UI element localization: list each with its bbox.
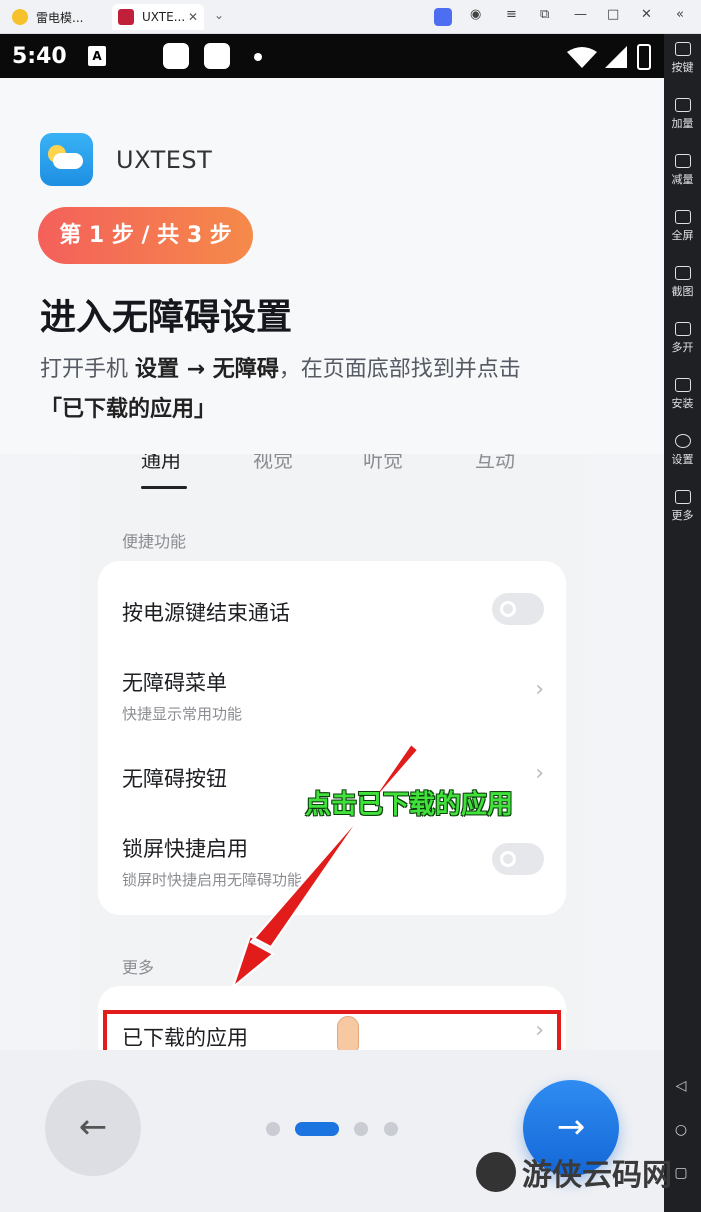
sidebar-item-fullscreen[interactable]: 全屏 [664, 210, 701, 243]
sidebar-item-multi[interactable]: 多开 [664, 322, 701, 355]
minimize-icon[interactable]: — [574, 7, 587, 22]
sidebar-item-label: 按键 [671, 61, 694, 74]
fullscreen-icon [674, 210, 691, 224]
watermark-text: 游侠云码网 [522, 1158, 672, 1193]
app-tab-icon [118, 9, 134, 25]
instruction-suffix: ，在页面底部找到并点击 [278, 357, 521, 382]
volume-down-icon [674, 154, 691, 168]
lightning-icon[interactable] [434, 8, 452, 26]
notification-a-icon: A [88, 46, 106, 66]
keyboard-icon [674, 42, 691, 56]
back-button[interactable]: ← [45, 1080, 141, 1176]
notification-icon [163, 43, 189, 69]
app-root: 雷电模... UXTE... ✕ ⌄ ◉ ≡ ⧉ — □ ✕ « 5:40 A … [0, 0, 701, 1212]
sidebar-item-label: 加量 [671, 117, 694, 130]
notification-icon [204, 43, 230, 69]
browser-tab-uxtest[interactable]: UXTE... ✕ [112, 4, 204, 30]
more-notifications-icon [254, 53, 262, 61]
arrow-annotation [230, 742, 420, 990]
settings-icon [674, 434, 691, 448]
sidebar-item-label: 截图 [671, 285, 694, 298]
browser-tab-bar: 雷电模... UXTE... ✕ ⌄ ◉ ≡ ⧉ — □ ✕ « [0, 0, 701, 34]
sidebar-item-install[interactable]: 安装 [664, 378, 701, 411]
volume-up-icon [674, 98, 691, 112]
watermark-logo-icon [476, 1152, 516, 1192]
pagination-dot-active [295, 1122, 339, 1136]
collapse-icon[interactable]: « [676, 7, 684, 22]
chevron-down-icon[interactable]: ⌄ [214, 8, 224, 22]
sidebar-item-settings[interactable]: 设置 [664, 434, 701, 467]
menu-icon[interactable]: ≡ [506, 7, 517, 22]
scissors-icon [674, 266, 691, 280]
apk-install-icon [674, 378, 691, 392]
tab-label: 雷电模... [36, 10, 84, 25]
callout-text: 点击已下载的应用 [305, 790, 514, 820]
sidebar-item-label: 安装 [671, 397, 694, 410]
sidebar-item-screenshot[interactable]: 截图 [664, 266, 701, 299]
wifi-icon [567, 47, 597, 68]
watermark: 游侠云码网 [476, 1150, 672, 1194]
settings-screenshot: 通用 视觉 听觉 互动 便捷功能 按电源键结束通话 无障碍菜单 快捷显示常用功能… [73, 454, 591, 1050]
sidebar-item-label: 设置 [671, 453, 694, 466]
instruction-text: 打开手机 设置 → 无障碍，在页面底部找到并点击 「已下载的应用」 [40, 350, 630, 430]
main-content: UXTEST 第 1 步 / 共 3 步 进入无障碍设置 打开手机 设置 → 无… [0, 78, 664, 1212]
instruction-prefix: 打开手机 [40, 357, 135, 382]
pagination-dot [266, 1122, 280, 1136]
sidebar-item-more[interactable]: 更多 [664, 490, 701, 523]
status-time: 5:40 [12, 44, 67, 69]
arrow-left-icon: ← [78, 1107, 108, 1147]
restore-icon[interactable]: □ [607, 7, 619, 22]
app-name: UXTEST [116, 146, 213, 174]
signal-icon [605, 46, 627, 68]
sidebar-item-label: 减量 [671, 173, 694, 186]
pagination-dot [384, 1122, 398, 1136]
browser-tab-ldplayer[interactable]: 雷电模... [12, 4, 108, 30]
battery-icon [637, 44, 651, 70]
multi-instance-icon [674, 322, 691, 336]
close-icon[interactable]: ✕ [641, 7, 652, 22]
more-icon [674, 490, 691, 504]
sidebar-item-label: 多开 [671, 341, 694, 354]
page-title: 进入无障碍设置 [40, 297, 293, 338]
close-tab-icon[interactable]: ✕ [188, 10, 198, 24]
arrow-right-icon: → [556, 1107, 586, 1147]
sidebar-item-keys[interactable]: 按键 [664, 42, 701, 75]
step-indicator-badge: 第 1 步 / 共 3 步 [38, 207, 253, 264]
sidebar-item-volume-up[interactable]: 加量 [664, 98, 701, 131]
android-status-bar: 5:40 A [0, 34, 664, 78]
tab-label: UXTE... [142, 10, 186, 24]
guide-header: UXTEST 第 1 步 / 共 3 步 进入无障碍设置 打开手机 设置 → 无… [0, 78, 664, 454]
instruction-path: 设置 → 无障碍 [135, 357, 279, 382]
weather-app-icon [40, 133, 93, 186]
pin-icon[interactable]: ⧉ [540, 7, 549, 22]
instruction-target: 「已下载的应用」 [40, 397, 217, 422]
pagination-dot [354, 1122, 368, 1136]
sidebar-item-volume-down[interactable]: 减量 [664, 154, 701, 187]
android-home-icon[interactable]: ○ [671, 1120, 691, 1140]
android-recents-icon[interactable]: ▢ [671, 1163, 691, 1183]
cloud-icon [53, 153, 83, 169]
emulator-sidebar: 按键 加量 减量 全屏 截图 多开 安装 设置 更多 [664, 34, 701, 1212]
sidebar-item-label: 全屏 [671, 229, 694, 242]
account-icon[interactable]: ◉ [470, 7, 481, 22]
ldplayer-icon [12, 9, 28, 25]
android-back-icon[interactable]: ◁ [671, 1076, 691, 1096]
sidebar-item-label: 更多 [671, 509, 694, 522]
